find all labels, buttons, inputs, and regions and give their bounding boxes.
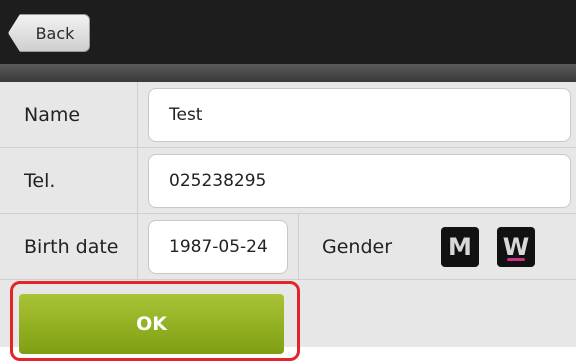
birth-date-label: Birth date (24, 236, 119, 258)
tel-row: Tel. 025238295 (0, 148, 576, 214)
name-row: Name Test (0, 82, 576, 148)
divider (137, 148, 138, 214)
birth-date-field[interactable]: 1987-05-24 (148, 220, 288, 274)
ok-button[interactable]: OK (19, 294, 284, 354)
tel-field[interactable]: 025238295 (148, 154, 571, 208)
gender-female-label: W (502, 233, 530, 261)
gender-male-label: M (448, 233, 472, 261)
name-label: Name (24, 104, 81, 126)
divider (137, 214, 138, 280)
selected-indicator (507, 258, 525, 261)
name-field[interactable]: Test (148, 88, 571, 142)
top-bar-strip (0, 64, 576, 82)
gender-female-button[interactable]: W (497, 227, 535, 267)
back-button[interactable]: Back (8, 14, 90, 52)
gender-label: Gender (322, 236, 393, 258)
tel-label: Tel. (24, 170, 56, 192)
top-bar: Back (0, 0, 576, 64)
divider (137, 82, 138, 148)
gender-male-button[interactable]: M (441, 227, 479, 267)
divider (298, 214, 299, 280)
birth-gender-row: Birth date 1987-05-24 Gender M W (0, 214, 576, 280)
